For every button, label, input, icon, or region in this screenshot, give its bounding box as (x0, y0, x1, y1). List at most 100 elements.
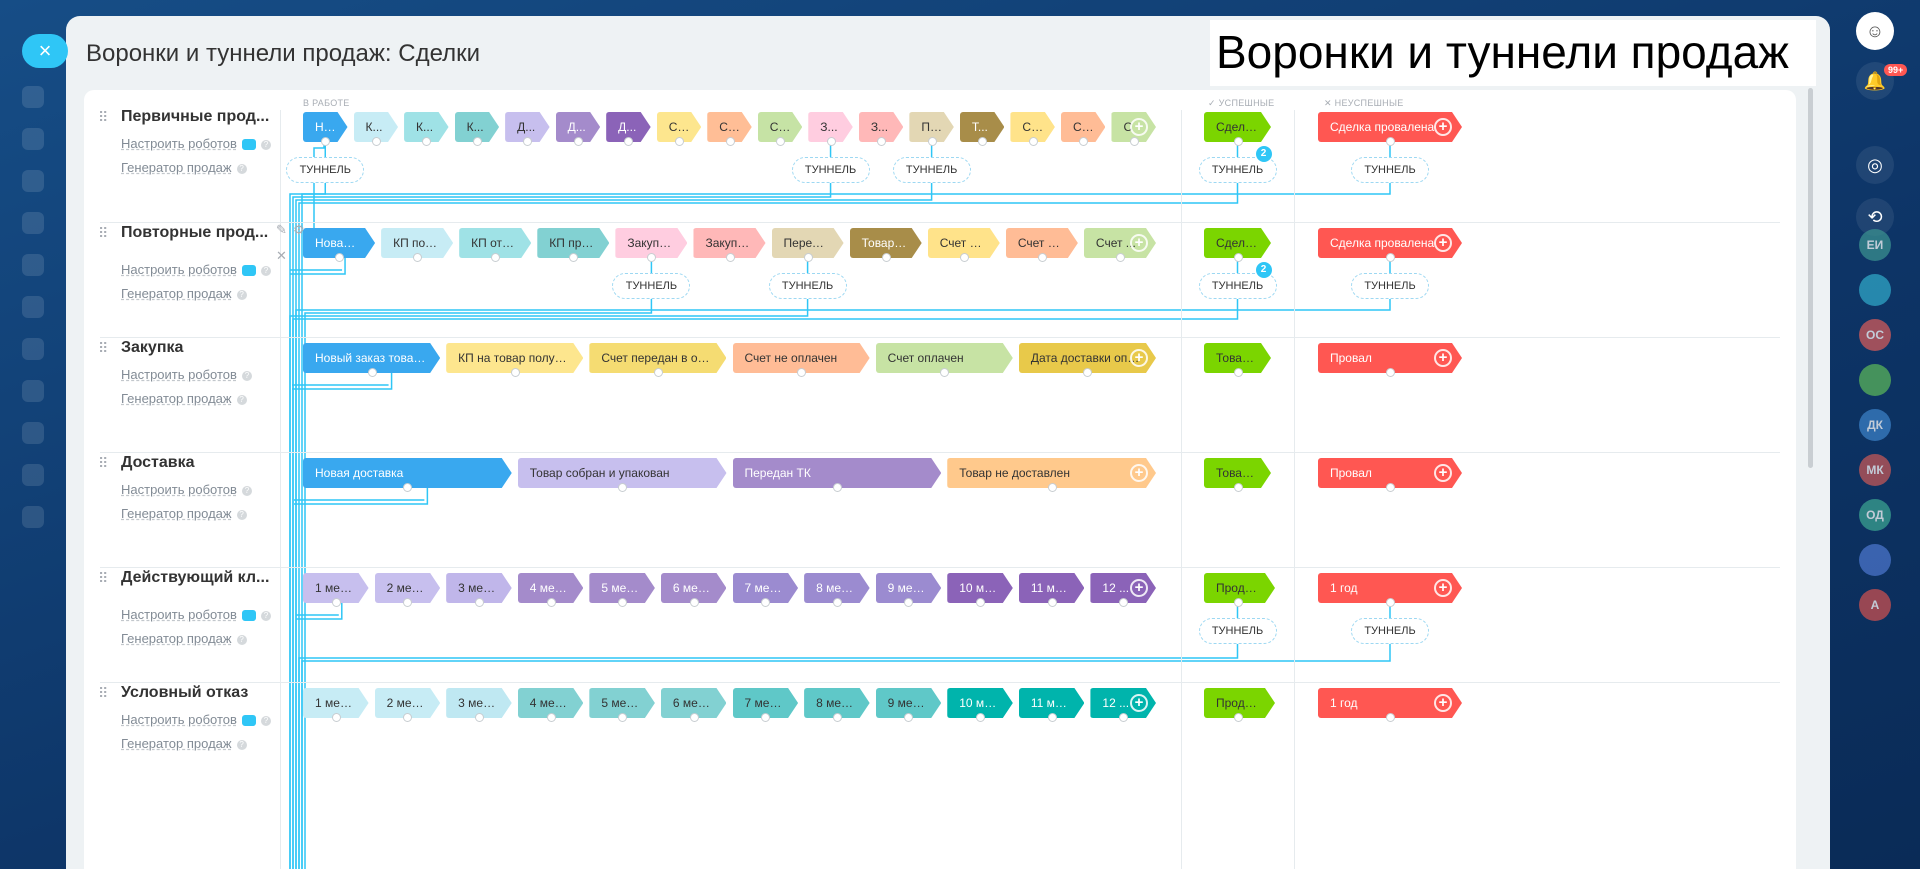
stage-connector-dot[interactable] (797, 368, 807, 377)
stage-connector-dot[interactable] (877, 137, 887, 146)
stage-connector-dot[interactable] (881, 253, 891, 262)
close-icon[interactable]: ✕ (276, 248, 287, 264)
add-stage-button[interactable]: + (1130, 234, 1148, 252)
robots-setup-link[interactable]: Настроить роботов? (121, 136, 271, 151)
colleague-avatar[interactable]: ДК (1859, 409, 1891, 441)
tunnel-badge[interactable]: ТУННЕЛЬ (1351, 273, 1429, 299)
stage-connector-dot[interactable] (1233, 253, 1243, 262)
drag-handle-icon[interactable]: ⠿ (98, 341, 108, 355)
nav-icon[interactable] (22, 380, 44, 402)
stage-connector-dot[interactable] (472, 137, 482, 146)
gear-icon[interactable]: ⚙ (293, 222, 305, 238)
nav-icon[interactable] (22, 464, 44, 486)
target-icon[interactable]: ◎ (1856, 146, 1894, 184)
stage-connector-dot[interactable] (321, 137, 331, 146)
add-stage-button[interactable]: + (1130, 579, 1148, 597)
stage-connector-dot[interactable] (1119, 713, 1129, 722)
stage-connector-dot[interactable] (523, 137, 533, 146)
stage-connector-dot[interactable] (1028, 137, 1038, 146)
sales-generator-link[interactable]: Генератор продаж? (121, 506, 247, 521)
sales-generator-link[interactable]: Генератор продаж? (121, 391, 247, 406)
nav-icon[interactable] (22, 338, 44, 360)
help-icon[interactable]: ? (260, 715, 271, 726)
colleague-avatar[interactable]: ЕИ (1859, 229, 1891, 261)
add-fail-stage-button[interactable]: + (1434, 234, 1452, 252)
stage-connector-dot[interactable] (1047, 598, 1057, 607)
stage-connector-dot[interactable] (624, 137, 634, 146)
close-slider-button[interactable]: × (22, 34, 68, 68)
nav-icon[interactable] (22, 422, 44, 444)
drag-handle-icon[interactable]: ⠿ (98, 686, 108, 700)
robots-setup-link[interactable]: Настроить роботов? (121, 712, 271, 727)
stage-connector-dot[interactable] (826, 137, 836, 146)
help-icon[interactable]: ? (241, 370, 252, 381)
stage-connector-dot[interactable] (653, 368, 663, 377)
add-stage-button[interactable]: + (1130, 118, 1148, 136)
stage-connector-dot[interactable] (976, 598, 986, 607)
add-fail-stage-button[interactable]: + (1434, 579, 1452, 597)
stage-connector-dot[interactable] (422, 137, 432, 146)
stage-connector-dot[interactable] (761, 598, 771, 607)
drag-handle-icon[interactable]: ⠿ (98, 571, 108, 585)
stage-connector-dot[interactable] (403, 483, 413, 492)
colleague-avatar[interactable]: ОС (1859, 319, 1891, 351)
stage-connector-dot[interactable] (403, 713, 413, 722)
tunnel-badge[interactable]: ТУННЕЛЬ (1351, 618, 1429, 644)
stage-connector-dot[interactable] (1386, 368, 1395, 377)
colleague-avatar[interactable] (1859, 544, 1891, 576)
drag-handle-icon[interactable]: ⠿ (98, 456, 108, 470)
stage-connector-dot[interactable] (335, 253, 345, 262)
add-fail-stage-button[interactable]: + (1434, 464, 1452, 482)
nav-icon[interactable] (22, 170, 44, 192)
stage-connector-dot[interactable] (618, 483, 628, 492)
robots-setup-link[interactable]: Настроить роботов? (121, 262, 271, 277)
scrollbar[interactable] (1808, 88, 1813, 468)
help-icon[interactable]: ? (236, 634, 247, 645)
edit-icon[interactable]: ✎ (276, 222, 287, 238)
nav-icon[interactable] (22, 296, 44, 318)
stage-connector-dot[interactable] (940, 368, 950, 377)
stage-connector-dot[interactable] (803, 253, 813, 262)
help-icon[interactable]: ? (236, 509, 247, 520)
stage-connector-dot[interactable] (1386, 483, 1395, 492)
stage-connector-dot[interactable] (1233, 713, 1243, 722)
stage-connector-dot[interactable] (1037, 253, 1047, 262)
stage-connector-dot[interactable] (832, 598, 842, 607)
stage-connector-dot[interactable] (689, 598, 699, 607)
stage-connector-dot[interactable] (1386, 598, 1395, 607)
help-icon[interactable]: ? (236, 163, 247, 174)
stage-connector-dot[interactable] (573, 137, 583, 146)
stage-connector-dot[interactable] (1083, 368, 1093, 377)
stage-connector-dot[interactable] (1233, 368, 1243, 377)
stage-connector-dot[interactable] (1233, 483, 1243, 492)
sales-generator-link[interactable]: Генератор продаж? (121, 286, 247, 301)
add-fail-stage-button[interactable]: + (1434, 118, 1452, 136)
stage-connector-dot[interactable] (1119, 598, 1129, 607)
sales-generator-link[interactable]: Генератор продаж? (121, 160, 247, 175)
tunnel-badge[interactable]: ТУННЕЛЬ (1351, 157, 1429, 183)
user-avatar[interactable]: ☺ (1856, 12, 1894, 50)
stage-connector-dot[interactable] (1047, 483, 1057, 492)
nav-icon[interactable] (22, 506, 44, 528)
help-icon[interactable]: ? (241, 485, 252, 496)
colleague-avatar[interactable]: ОД (1859, 499, 1891, 531)
stage-connector-dot[interactable] (474, 713, 484, 722)
stage-connector-dot[interactable] (569, 253, 579, 262)
tunnel-badge[interactable]: ТУННЕЛЬ (791, 157, 870, 183)
tunnel-badge[interactable]: ТУННЕЛЬ (1198, 618, 1277, 644)
stage-connector-dot[interactable] (1233, 598, 1243, 607)
sales-generator-link[interactable]: Генератор продаж? (121, 736, 247, 751)
stage-connector-dot[interactable] (1079, 137, 1089, 146)
stage-connector-dot[interactable] (978, 137, 988, 146)
stage-connector-dot[interactable] (510, 368, 520, 377)
stage-connector-dot[interactable] (331, 713, 341, 722)
help-icon[interactable]: ? (260, 139, 271, 150)
stage-connector-dot[interactable] (904, 713, 914, 722)
stage-connector-dot[interactable] (618, 598, 628, 607)
tunnel-badge[interactable]: ТУННЕЛЬ (612, 273, 691, 299)
stage-connector-dot[interactable] (1047, 713, 1057, 722)
stage-connector-dot[interactable] (725, 253, 735, 262)
stage-connector-dot[interactable] (367, 368, 377, 377)
colleague-avatar[interactable] (1859, 364, 1891, 396)
robots-setup-link[interactable]: Настроить роботов? (121, 607, 271, 622)
